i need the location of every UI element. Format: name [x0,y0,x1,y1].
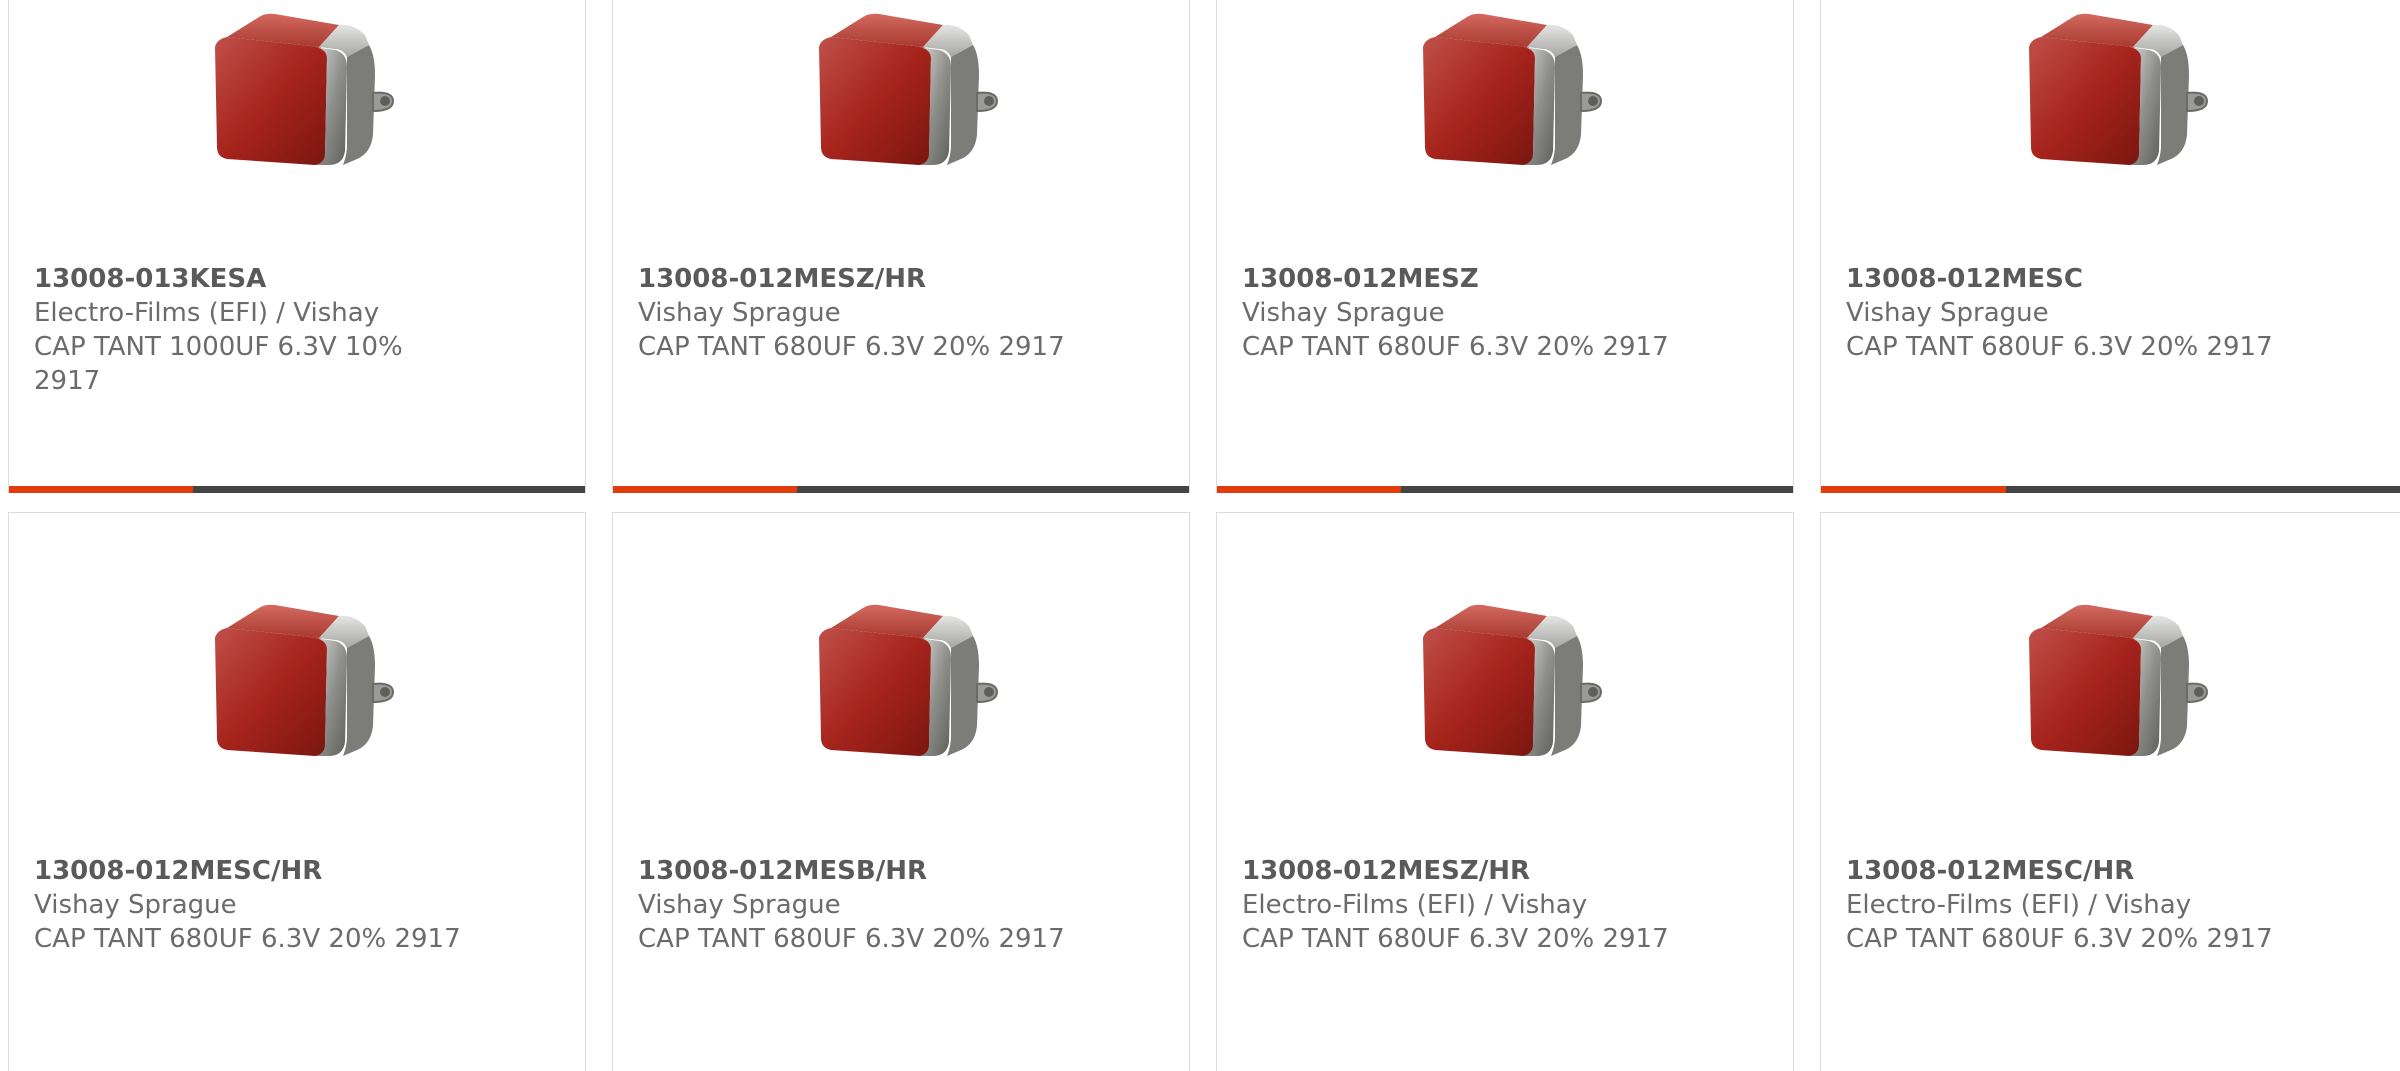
manufacturer: Vishay Sprague [1846,298,2049,328]
description: CAP TANT 680UF 6.3V 20% 2917 [638,924,1065,954]
tantalum-capacitor-image [2028,604,2208,756]
part-number[interactable]: 13008-012MESC [1846,262,2380,296]
product-grid: 13008-013KESA Electro-Films (EFI) / Vish… [0,0,2400,1071]
progress-bar-fill [1821,486,2007,493]
manufacturer: Vishay Sprague [34,890,237,920]
part-number[interactable]: 13008-013KESA [34,262,565,296]
part-number[interactable]: 13008-012MESZ/HR [638,262,1169,296]
product-card[interactable]: 13008-012MESZ Vishay Sprague CAP TANT 68… [1216,0,1794,493]
progress-bar [613,486,1189,493]
manufacturer: Vishay Sprague [638,298,841,328]
product-info: 13008-012MESZ/HR Vishay Sprague CAP TANT… [638,262,1169,364]
progress-bar [1217,486,1793,493]
progress-bar-fill [1217,486,1402,493]
product-card[interactable]: 13008-012MESC Vishay Sprague CAP TANT 68… [1820,0,2400,493]
manufacturer: Vishay Sprague [638,890,841,920]
product-card[interactable]: 13008-012MESC/HR Electro-Films (EFI) / V… [1820,512,2400,1071]
progress-bar [9,486,585,493]
description: CAP TANT 680UF 6.3V 20% 2917 [1242,924,1669,954]
tantalum-capacitor-image [1423,13,1603,165]
description: CAP TANT 680UF 6.3V 20% 2917 [1846,332,2273,362]
tantalum-capacitor-image [819,13,999,165]
description: CAP TANT 680UF 6.3V 20% 2917 [34,924,461,954]
part-number[interactable]: 13008-012MESC/HR [34,854,565,888]
manufacturer: Electro-Films (EFI) / Vishay [1242,890,1588,920]
product-card[interactable]: 13008-012MESZ/HR Vishay Sprague CAP TANT… [612,0,1190,493]
progress-bar [1821,486,2400,493]
product-info: 13008-012MESZ Vishay Sprague CAP TANT 68… [1242,262,1773,364]
product-info: 13008-012MESC/HR Vishay Sprague CAP TANT… [34,854,565,956]
description: CAP TANT 680UF 6.3V 20% 2917 [638,332,1065,362]
product-info: 13008-012MESC Vishay Sprague CAP TANT 68… [1846,262,2380,364]
description: CAP TANT 680UF 6.3V 20% 2917 [1846,924,2273,954]
tantalum-capacitor-image [1423,604,1603,756]
manufacturer: Electro-Films (EFI) / Vishay [1846,890,2192,920]
tantalum-capacitor-image [819,604,999,756]
product-info: 13008-012MESB/HR Vishay Sprague CAP TANT… [638,854,1169,956]
product-card[interactable]: 13008-013KESA Electro-Films (EFI) / Vish… [8,0,586,493]
progress-bar-fill [9,486,194,493]
part-number[interactable]: 13008-012MESC/HR [1846,854,2380,888]
product-info: 13008-013KESA Electro-Films (EFI) / Vish… [34,262,565,398]
part-number[interactable]: 13008-012MESZ/HR [1242,854,1773,888]
product-card[interactable]: 13008-012MESB/HR Vishay Sprague CAP TANT… [612,512,1190,1071]
product-card[interactable]: 13008-012MESZ/HR Electro-Films (EFI) / V… [1216,512,1794,1071]
manufacturer: Vishay Sprague [1242,298,1445,328]
part-number[interactable]: 13008-012MESZ [1242,262,1773,296]
product-card[interactable]: 13008-012MESC/HR Vishay Sprague CAP TANT… [8,512,586,1071]
tantalum-capacitor-image [215,604,395,756]
product-info: 13008-012MESC/HR Electro-Films (EFI) / V… [1846,854,2380,956]
tantalum-capacitor-image [215,13,395,165]
tantalum-capacitor-image [2028,13,2208,165]
description: CAP TANT 680UF 6.3V 20% 2917 [1242,332,1669,362]
manufacturer: Electro-Films (EFI) / Vishay [34,298,380,328]
description: CAP TANT 1000UF 6.3V 10% 2917 [34,332,403,396]
progress-bar-fill [613,486,798,493]
part-number[interactable]: 13008-012MESB/HR [638,854,1169,888]
product-info: 13008-012MESZ/HR Electro-Films (EFI) / V… [1242,854,1773,956]
